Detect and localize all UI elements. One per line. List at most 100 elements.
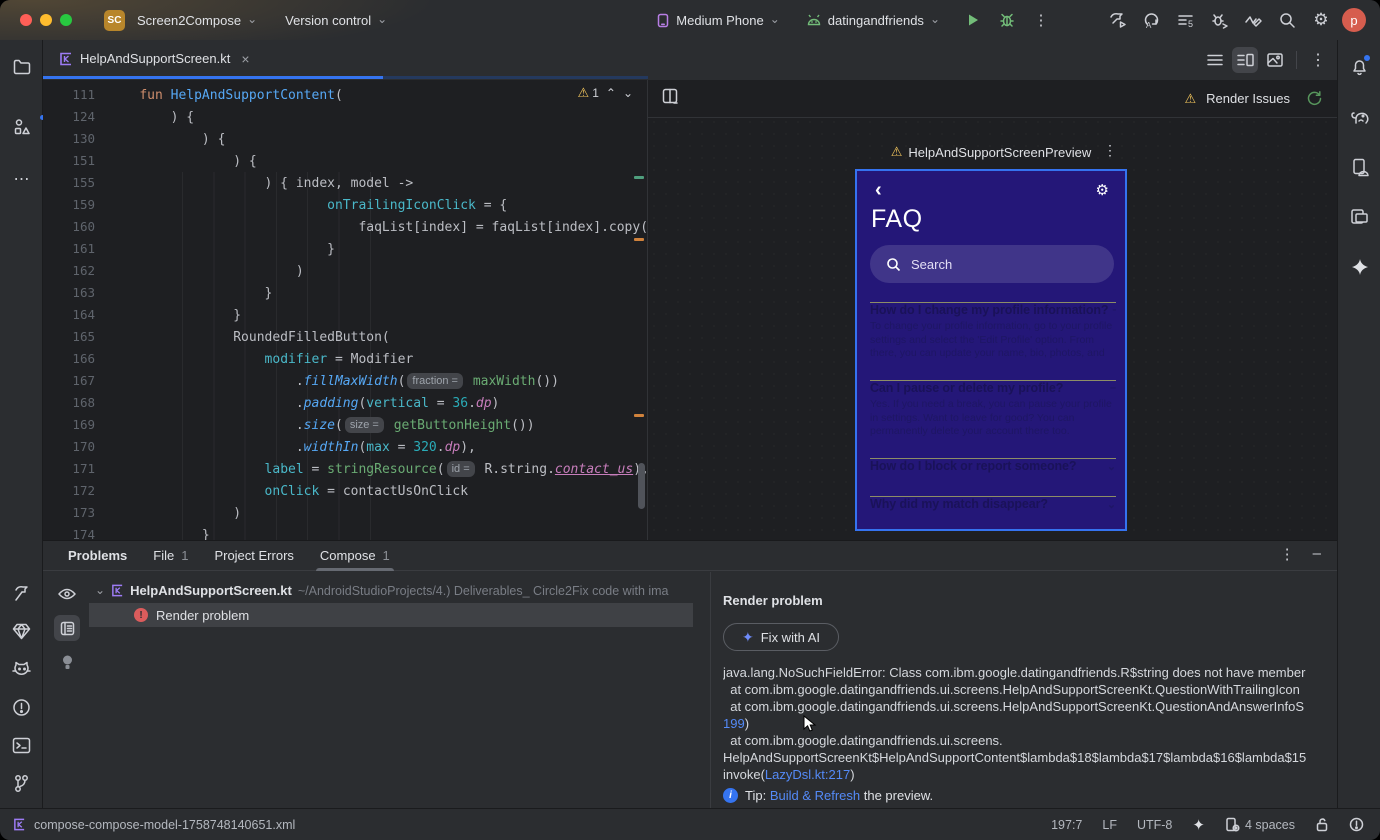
code-line[interactable]: 173 ) [43,502,647,524]
list-lines-icon[interactable]: 5 [1168,7,1202,33]
code-line[interactable]: 169 .size(size = getButtonHeight()) [43,414,647,436]
run-configuration-selector[interactable]: datingandfriends ⌄ [806,12,940,28]
line-number[interactable]: 164 [43,304,95,326]
tab-problems[interactable]: Problems [55,541,140,571]
terminal-icon[interactable] [0,726,43,764]
hide-panel-icon[interactable]: – [1313,545,1321,563]
code-line[interactable]: 130 ) { [43,128,647,150]
line-number[interactable]: 111 [43,84,95,106]
code-line[interactable]: 164 } [43,304,647,326]
running-devices-icon[interactable] [1338,198,1380,236]
minimize-window-button[interactable] [40,14,52,26]
code-line[interactable]: 171 label = stringResource(id = R.string… [43,458,647,480]
line-number[interactable]: 171 [43,458,95,480]
tree-problem-row[interactable]: ! Render problem [89,603,693,627]
fix-with-ai-button[interactable]: ✦ Fix with AI [723,623,839,651]
line-number[interactable]: 166 [43,348,95,370]
line-number[interactable]: 172 [43,480,95,502]
indent-settings[interactable]: 4 spaces [1225,817,1295,832]
line-number[interactable]: 155 [43,172,95,194]
line-number[interactable]: 169 [43,414,95,436]
settings-gear-icon[interactable]: ⚙ [1304,7,1338,33]
hammer-run-icon[interactable] [1100,7,1134,33]
editor-options-kebab[interactable]: ⋮ [1305,47,1331,73]
code-line[interactable]: 160 faqList[index] = faqList[index].copy… [43,216,647,238]
structure-icon[interactable] [0,108,43,146]
code-line[interactable]: 111 fun HelpAndSupportContent( [43,84,647,106]
split-view-icon[interactable] [1232,47,1258,73]
ui-check-mode-icon[interactable] [662,88,679,110]
code-line[interactable]: 161 } [43,238,647,260]
tree-file-row[interactable]: ⌄ HelpAndSupportScreen.kt ~/AndroidStudi… [87,579,709,602]
code-line[interactable]: 165 RoundedFilledButton( [43,326,647,348]
close-window-button[interactable] [20,14,32,26]
search-icon[interactable] [1270,7,1304,33]
code-view-icon[interactable] [1202,47,1228,73]
file-encoding[interactable]: UTF-8 [1137,818,1172,832]
attach-debugger-icon[interactable] [1202,7,1236,33]
build-refresh-link[interactable]: Build & Refresh [770,788,860,803]
design-view-icon[interactable] [1262,47,1288,73]
app-insights-gem-icon[interactable] [0,612,43,650]
refresh-icon[interactable] [1306,90,1323,107]
code-line[interactable]: 170 .widthIn(max = 320.dp), [43,436,647,458]
panel-options-kebab[interactable]: ⋮ [1280,545,1295,563]
code-line[interactable]: 166 modifier = Modifier [43,348,647,370]
problems-icon[interactable] [0,688,43,726]
editor-tab[interactable]: HelpAndSupportScreen.kt × [49,40,260,77]
line-number[interactable]: 161 [43,238,95,260]
line-number[interactable]: 174 [43,524,95,540]
device-manager-icon[interactable] [1338,148,1380,186]
apply-changes-icon[interactable]: A [1134,7,1168,33]
prev-problem-icon[interactable]: ⌃ [606,86,616,100]
close-tab-icon[interactable]: × [241,51,249,67]
device-selector[interactable]: Medium Phone ⌄ [656,12,780,28]
line-number[interactable]: 151 [43,150,95,172]
line-number[interactable]: 165 [43,326,95,348]
next-problem-icon[interactable]: ⌄ [623,86,633,100]
caret-position[interactable]: 197:7 [1051,818,1082,832]
code-line[interactable]: 168 .padding(vertical = 36.dp) [43,392,647,414]
more-tool-windows-icon[interactable]: ⋯ [0,160,43,198]
preview-eye-icon[interactable] [54,581,80,607]
tab-file[interactable]: File 1 [140,541,201,571]
render-issues-label[interactable]: Render Issues [1206,91,1290,106]
notifications-bell-icon[interactable] [1338,48,1380,86]
chevron-down-icon[interactable]: ⌄ [95,583,105,597]
code-line[interactable]: 174 } [43,524,647,540]
code-line[interactable]: 167 .fillMaxWidth(fraction = maxWidth()) [43,370,647,392]
vcs-menu[interactable]: Version control ⌄ [285,12,387,28]
gemini-sparkle-icon[interactable] [1338,248,1380,286]
profiler-icon[interactable] [1236,7,1270,33]
inspection-widget[interactable]: ⚠ 1 ⌃ ⌄ [578,85,633,101]
code-line[interactable]: 159 onTrailingIconClick = { [43,194,647,216]
project-menu[interactable]: Screen2Compose ⌄ [137,12,257,28]
code-line[interactable]: 124 ) { [43,106,647,128]
lightbulb-icon[interactable] [54,649,80,675]
stack-link[interactable]: LazyDsl.kt:217 [765,767,850,782]
run-button[interactable] [956,7,990,33]
project-folder-icon[interactable] [0,48,43,86]
code-line[interactable]: 151 ) { [43,150,647,172]
ai-sparkle-icon[interactable]: ✦ [1192,816,1205,834]
gradle-elephant-icon[interactable] [1338,98,1380,136]
line-ending[interactable]: LF [1102,818,1117,832]
more-run-actions-kebab[interactable]: ⋮ [1024,7,1058,33]
phone-preview-frame[interactable]: ‹ ⚙ FAQ Search How do I change my profil… [855,169,1127,531]
tab-compose[interactable]: Compose 1 [307,541,403,571]
build-hammer-icon[interactable] [0,574,43,612]
line-number[interactable]: 168 [43,392,95,414]
code-editor[interactable]: 111 fun HelpAndSupportContent(124 ) {130… [43,80,648,540]
preview-title-row[interactable]: ⚠ HelpAndSupportScreenPreview ⋮ [855,142,1127,160]
show-details-icon[interactable] [54,615,80,641]
line-number[interactable]: 130 [43,128,95,150]
alert-circle-icon[interactable] [1349,817,1364,832]
code-line[interactable]: 162 ) [43,260,647,282]
code-line[interactable]: 155 ) { index, model -> [43,172,647,194]
tab-project-errors[interactable]: Project Errors [201,541,306,571]
code-line[interactable]: 163 } [43,282,647,304]
debug-button[interactable] [990,7,1024,33]
line-number[interactable]: 170 [43,436,95,458]
user-avatar[interactable]: p [1342,8,1366,32]
line-number[interactable]: 163 [43,282,95,304]
